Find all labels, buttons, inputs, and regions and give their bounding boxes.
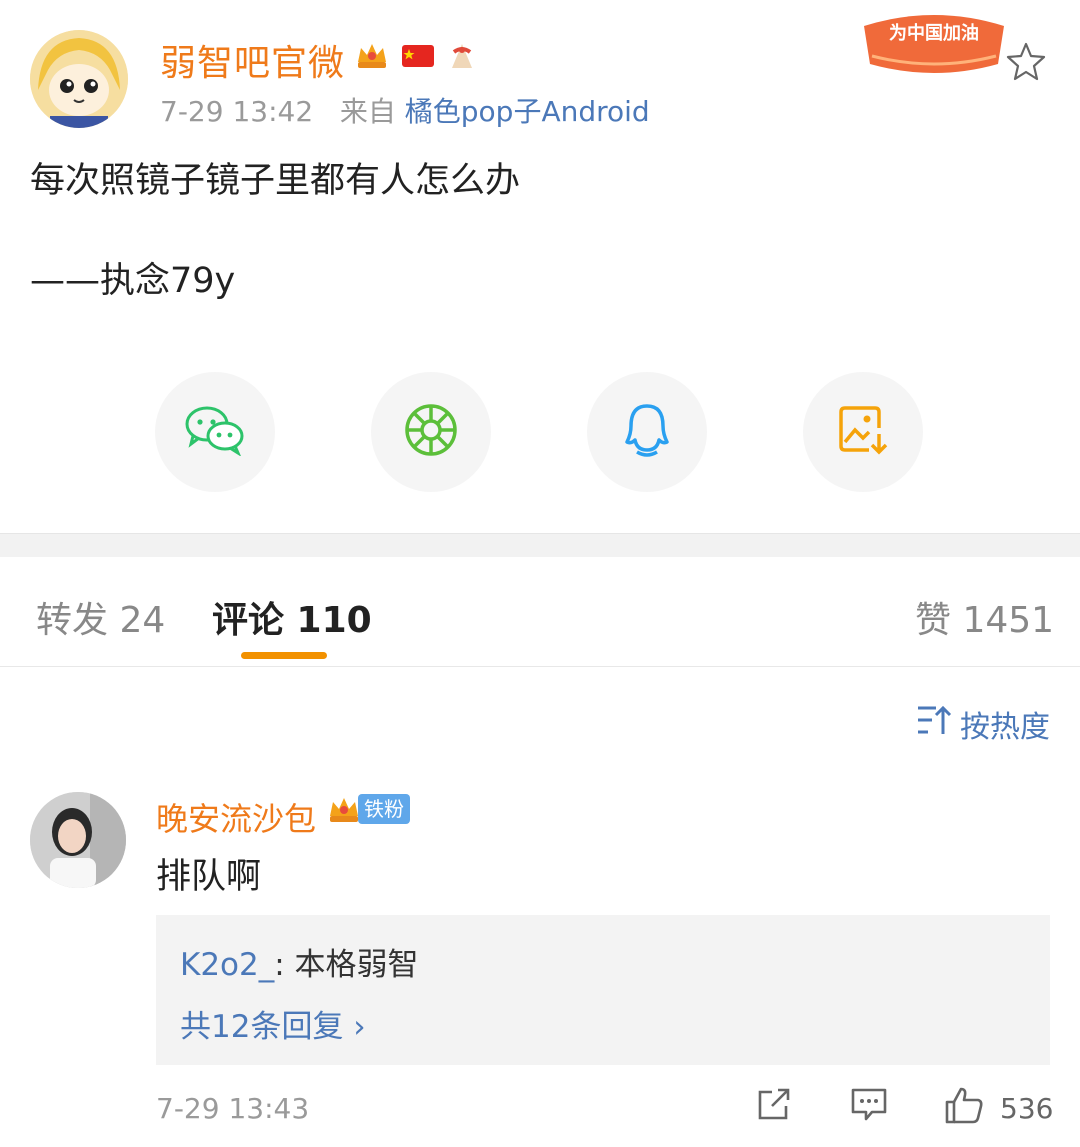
reply-comment-button[interactable]: [850, 1086, 888, 1126]
reply-box[interactable]: K2o2_: 本格弱智 共12条回复 ›: [156, 915, 1050, 1065]
crown-vip-icon: [326, 792, 362, 828]
post-content: 每次照镜子镜子里都有人怎么办 ——执念79y: [30, 158, 521, 301]
tab-likes[interactable]: 赞 1451: [915, 591, 1054, 643]
share-row: [0, 372, 1080, 492]
engagement-tabs: 转发 24 评论 110 赞 1451: [0, 557, 1080, 667]
post-meta: 7-29 13:42 来自 橘色pop子Android: [160, 90, 650, 130]
china-flag-icon: [400, 38, 436, 74]
share-qq-button[interactable]: [587, 372, 707, 492]
tab-repost[interactable]: 转发 24: [36, 591, 165, 643]
moments-icon: [403, 402, 459, 462]
wechat-icon: [183, 404, 247, 460]
post-content-line-2: ——执念79y: [30, 261, 236, 301]
like-comment-button[interactable]: [944, 1086, 984, 1128]
reply-separator: :: [274, 947, 285, 983]
thumbs-up-icon: [944, 1087, 984, 1128]
tab-comments[interactable]: 评论 110: [212, 591, 372, 643]
post-timestamp: 7-29 13:42: [160, 95, 314, 128]
post-header: 弱智吧官微 7-29 13:42 来自 橘色pop子Android 为中国加油: [0, 0, 1080, 140]
sort-by-hot-button[interactable]: 按热度: [916, 702, 1050, 746]
share-wechat-button[interactable]: [155, 372, 275, 492]
save-image-button[interactable]: [803, 372, 923, 492]
reply-text: 本格弱智: [284, 947, 419, 983]
share-moments-button[interactable]: [371, 372, 491, 492]
comment-like-count: 536: [1000, 1092, 1054, 1125]
comment-text: 排队啊: [156, 857, 262, 897]
qq-icon: [623, 402, 671, 462]
cheer-china-banner[interactable]: 为中国加油: [858, 6, 1010, 78]
view-more-replies-link[interactable]: 共12条回复 ›: [180, 1001, 366, 1046]
post-content-line-1: 每次照镜子镜子里都有人怎么办: [30, 161, 521, 201]
crown-vip-icon: [354, 38, 390, 74]
comment-item: 晚安流沙包 铁粉 排队啊 K2o2_: 本格弱智 共12条回复 › 7-29 1…: [0, 780, 1080, 1147]
author-avatar[interactable]: [30, 30, 128, 128]
favorite-star-icon[interactable]: [1004, 40, 1048, 84]
reply-author[interactable]: K2o2_: [180, 947, 274, 983]
reply-preview: K2o2_: 本格弱智: [180, 939, 419, 984]
fan-badge: 铁粉: [358, 794, 410, 824]
section-divider: [0, 533, 1080, 557]
active-tab-indicator: [241, 652, 327, 659]
comment-bubble-icon: [850, 1088, 888, 1126]
comment-timestamp: 7-29 13:43: [156, 1092, 310, 1125]
from-label: 来自: [339, 95, 396, 128]
share-comment-button[interactable]: [756, 1086, 792, 1126]
commenter-avatar[interactable]: [30, 792, 126, 888]
share-out-icon: [756, 1088, 792, 1126]
commenter-name[interactable]: 晚安流沙包: [156, 794, 316, 840]
author-name[interactable]: 弱智吧官微: [160, 34, 345, 86]
save-image-icon: [837, 404, 889, 460]
sort-label: 按热度: [960, 710, 1050, 745]
banner-text: 为中国加油: [889, 22, 979, 44]
celebration-icon: [444, 38, 480, 74]
sort-icon: [916, 704, 952, 744]
post-source[interactable]: 橘色pop子Android: [405, 95, 650, 128]
